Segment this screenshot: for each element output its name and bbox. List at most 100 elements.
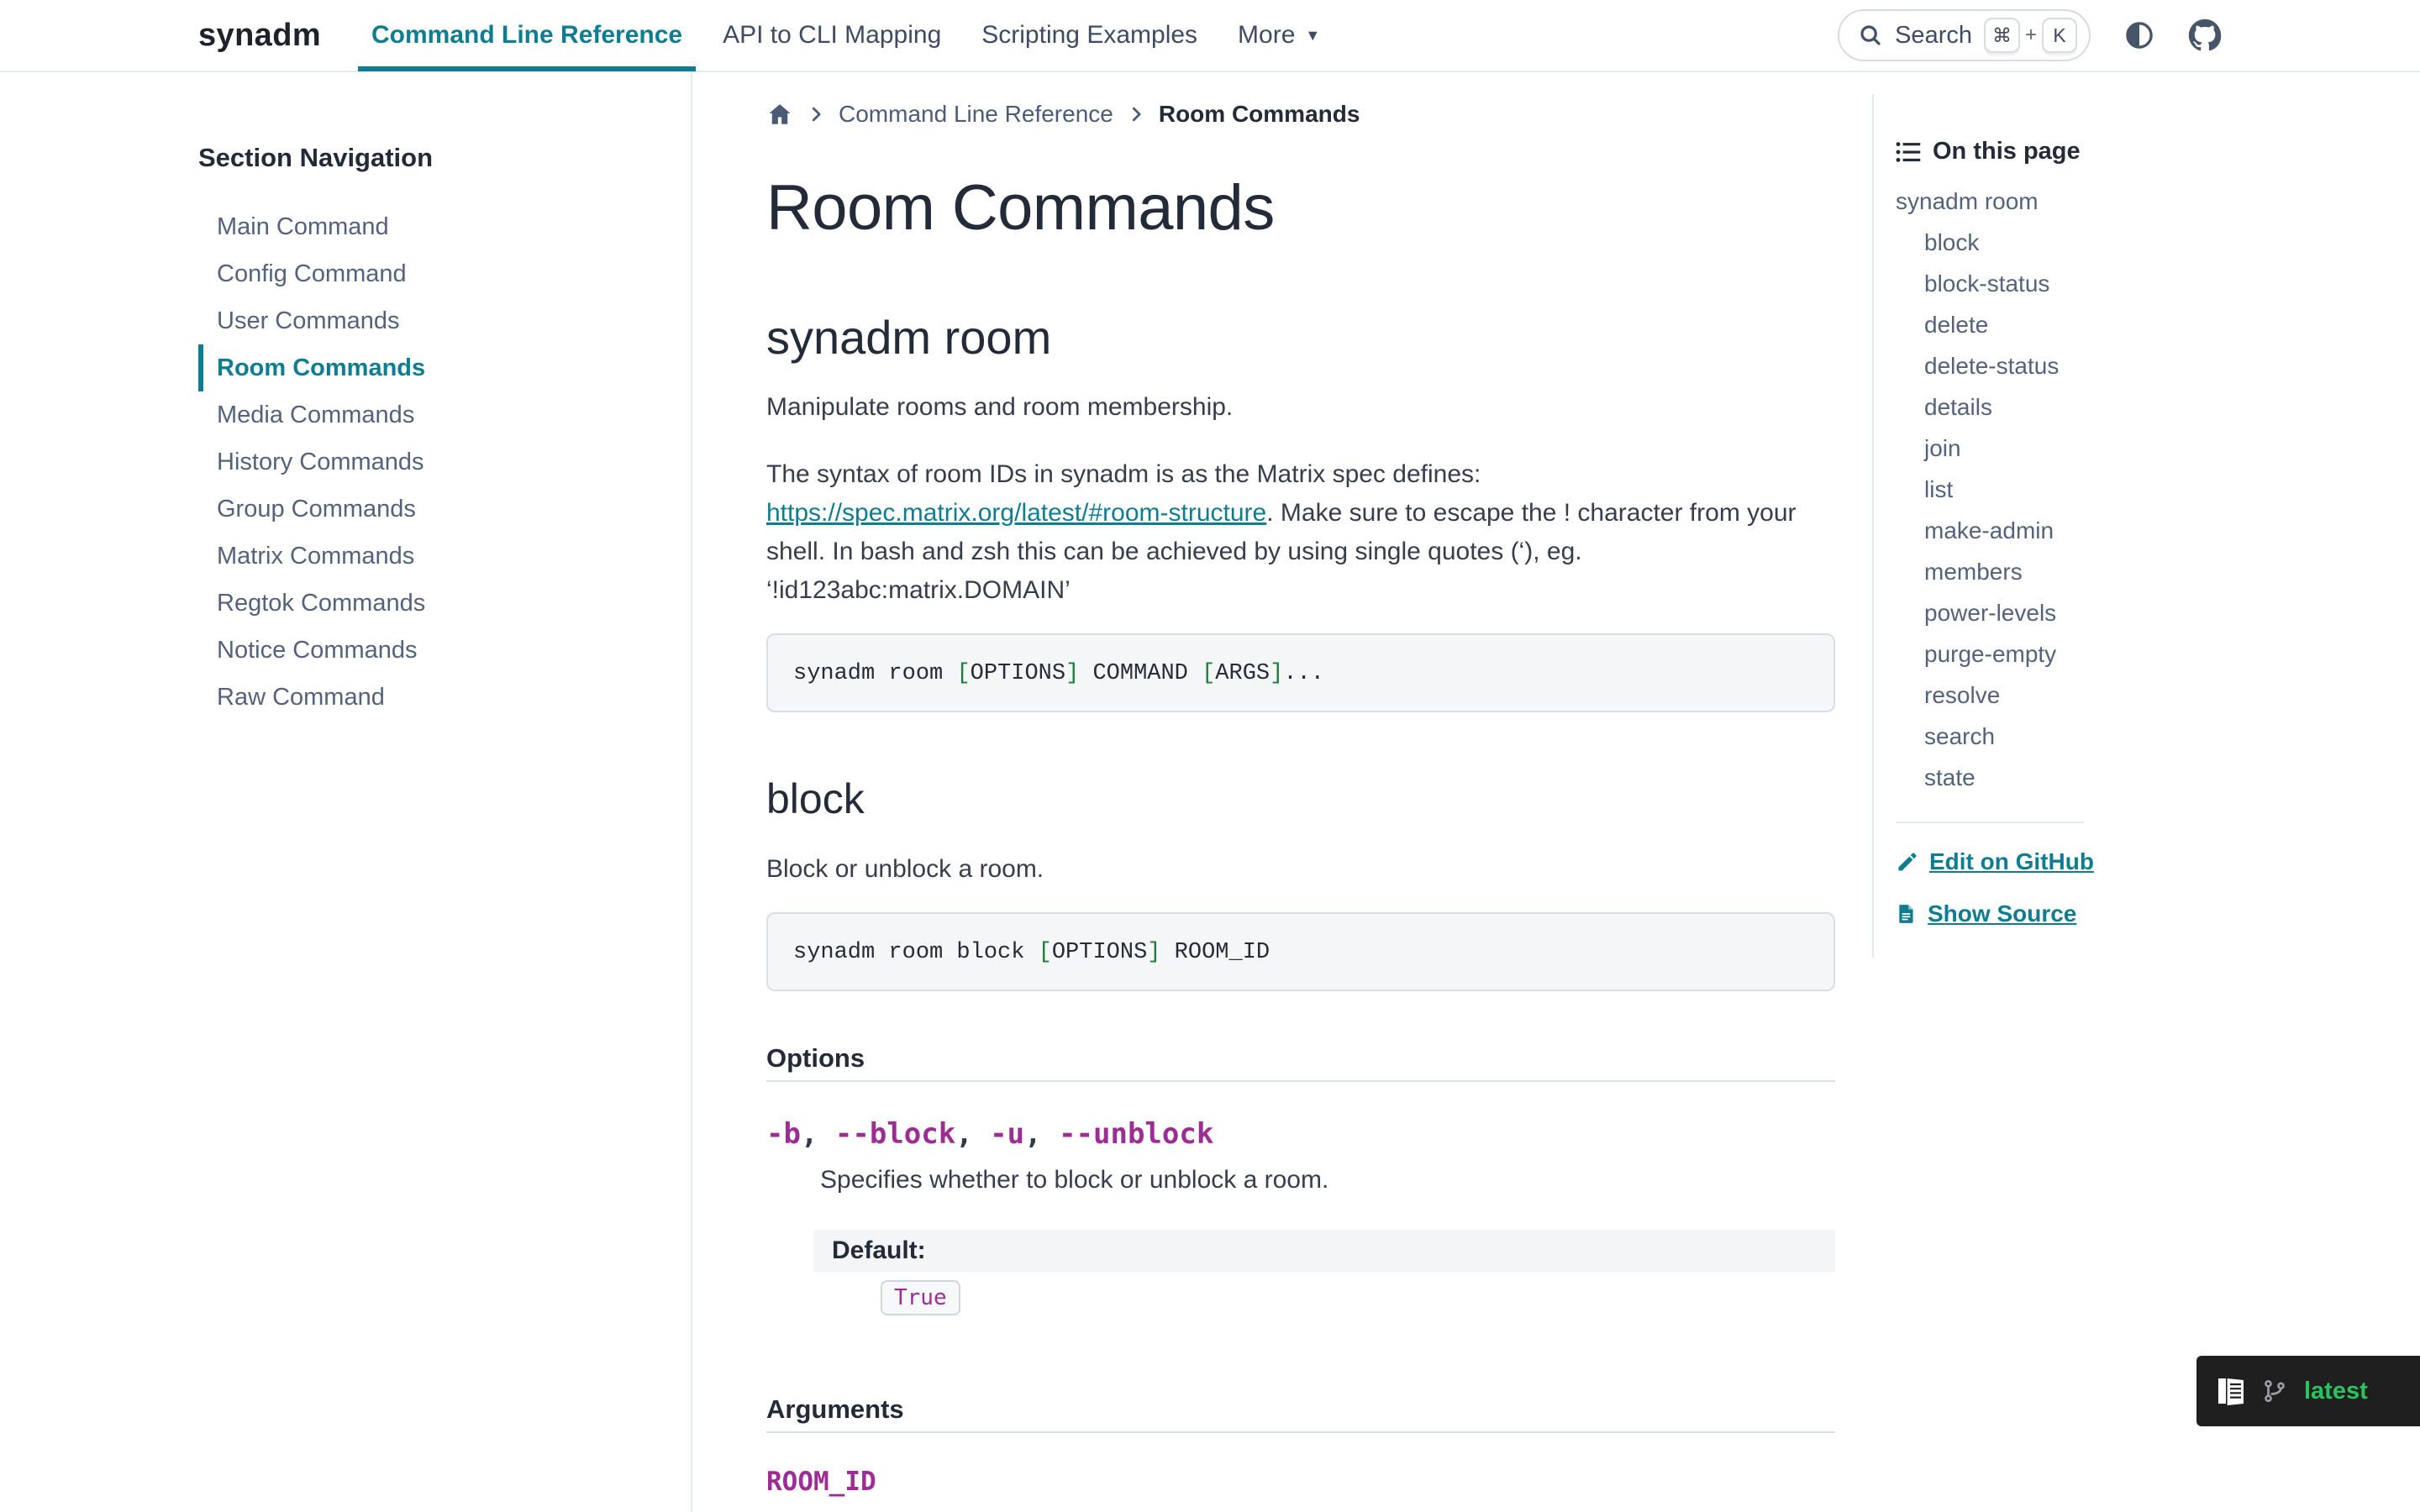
sidebar-item[interactable]: Media Commands [198,391,657,438]
show-source-link[interactable]: Show Source [1896,900,2420,927]
toc-item[interactable]: block-status [1896,263,2420,304]
code-segment: COMMAND [1079,661,1202,686]
page-toc-sidebar: On this page synadm room block block-sta… [1872,72,2420,1512]
option-signature-segment: , [955,1117,990,1151]
github-button[interactable] [2188,18,2222,52]
breadcrumb: Command Line Reference Room Commands [766,99,1835,129]
nav-link[interactable]: API to CLI Mapping [709,0,955,71]
sidebar-title: Section Navigation [198,143,657,173]
sidebar-item[interactable]: Regtok Commands [198,580,657,627]
code-block-synadm-room: synadm room [OPTIONS] COMMAND [ARGS]... [766,633,1835,712]
section-heading-block: block [766,774,1835,823]
intro-text-before: The syntax of room IDs in synadm is as t… [766,460,1481,488]
arguments-rubric: Arguments [766,1394,1835,1433]
chevron-right-icon [807,105,825,123]
nav-link-label: Command Line Reference [371,21,682,50]
option-signature-segment: , [1024,1117,1059,1151]
code-block-room-block: synadm room block [OPTIONS] ROOM_ID [766,912,1835,991]
page-layout: Section Navigation Main Command Config C… [0,72,2420,1512]
readthedocs-version-flyout[interactable]: latest [2196,1356,2420,1426]
toc-item[interactable]: make-admin [1896,510,2420,551]
code-segment: ROOM_ID [1160,940,1270,965]
toc-item[interactable]: search [1896,716,2420,757]
options-rubric: Options [766,1043,1835,1082]
default-value-chip: True [881,1280,960,1315]
document-icon [1896,901,1918,927]
toc-heading: On this page [1896,138,2420,165]
theme-toggle-button[interactable] [2124,20,2154,50]
toc-divider [1896,822,2084,823]
search-label: Search [1895,22,1972,50]
code-segment: [ [1202,661,1215,686]
book-icon [2217,1376,2245,1406]
code-line: synadm room block [OPTIONS] ROOM_ID [793,940,1270,965]
toc-item[interactable]: synadm room [1896,181,2420,222]
show-source-label: Show Source [1928,900,2076,927]
toc-item[interactable]: purge-empty [1896,633,2420,675]
option-signature-segment: , [801,1117,835,1151]
nav-link-label: More [1238,21,1295,50]
intro-paragraph: The syntax of room IDs in synadm is as t… [766,455,1835,610]
option-description: Specifies whether to block or unblock a … [820,1166,1835,1194]
toc-item[interactable]: power-levels [1896,592,2420,633]
nav-link-label: API to CLI Mapping [723,21,941,50]
top-navbar: synadm Command Line Reference API to CLI… [0,0,2420,72]
toc-item[interactable]: block [1896,222,2420,263]
sidebar-item[interactable]: User Commands [198,297,657,344]
sidebar-item[interactable]: Matrix Commands [198,533,657,580]
edit-on-github-link[interactable]: Edit on GitHub [1896,848,2420,875]
sidebar-item[interactable]: History Commands [198,438,657,486]
option-signature-segment: -u [990,1117,1024,1151]
sidebar-item[interactable]: Raw Command [198,674,657,721]
github-icon [2188,18,2222,52]
sidebar-item[interactable]: Config Command [198,250,657,297]
sidebar-list: Main Command Config Command User Command… [198,203,657,721]
toc-item[interactable]: delete [1896,304,2420,345]
sidebar-item[interactable]: Main Command [198,203,657,250]
toc-item[interactable]: members [1896,551,2420,592]
light-dark-contrast-icon [2124,20,2154,50]
code-line: synadm room [OPTIONS] COMMAND [ARGS]... [793,661,1324,686]
navbar-links: Command Line Reference API to CLI Mappin… [351,0,1340,71]
toc-item[interactable]: list [1896,469,2420,510]
code-segment: OPTIONS [971,661,1065,686]
nav-link[interactable]: More ▼ [1224,0,1334,71]
toc-item[interactable]: state [1896,757,2420,798]
matrix-spec-link[interactable]: https://spec.matrix.org/latest/#room-str… [766,499,1266,527]
option-signature-segment: -b [766,1117,801,1151]
kbd-k-key: K [2042,18,2077,53]
main-content: Command Line Reference Room Commands Roo… [692,72,1872,1512]
toc-item[interactable]: delete-status [1896,345,2420,386]
list-icon [1896,139,1921,165]
code-segment: ] [1065,661,1079,686]
section-heading-synadm-room: synadm room [766,310,1835,365]
option-signature-segment: --unblock [1059,1117,1213,1151]
nav-link[interactable]: Command Line Reference [358,0,696,71]
edit-on-github-label: Edit on GitHub [1929,848,2094,875]
block-description: Block or unblock a room. [766,855,1835,884]
code-segment: synadm room block [793,940,1039,965]
option-signature: -b, --block, -u, --unblock [766,1117,1835,1151]
search-button[interactable]: Search ⌘ + K [1838,9,2091,61]
code-segment: [ [956,661,970,686]
page-title: Room Commands [766,171,1835,244]
nav-link[interactable]: Scripting Examples [968,0,1211,71]
toc-item[interactable]: join [1896,428,2420,469]
nav-link-label: Scripting Examples [981,21,1197,50]
code-segment: OPTIONS [1052,940,1147,965]
brand-logo[interactable]: synadm [198,18,321,54]
home-icon[interactable] [766,101,793,128]
toc-item[interactable]: resolve [1896,675,2420,716]
version-badge: latest [2304,1378,2368,1405]
kbd-cmd-key: ⌘ [1984,18,2020,53]
search-shortcut: ⌘ + K [1984,18,2077,53]
breadcrumb-parent-link[interactable]: Command Line Reference [839,101,1113,128]
code-segment: ] [1270,661,1283,686]
default-field-label: Default: [813,1230,1835,1272]
sidebar-item[interactable]: Notice Commands [198,627,657,674]
sidebar-item[interactable]: Room Commands [198,344,657,391]
chevron-down-icon: ▼ [1305,27,1320,45]
toc-item[interactable]: details [1896,386,2420,428]
sidebar-item[interactable]: Group Commands [198,486,657,533]
breadcrumb-current: Room Commands [1159,101,1360,128]
